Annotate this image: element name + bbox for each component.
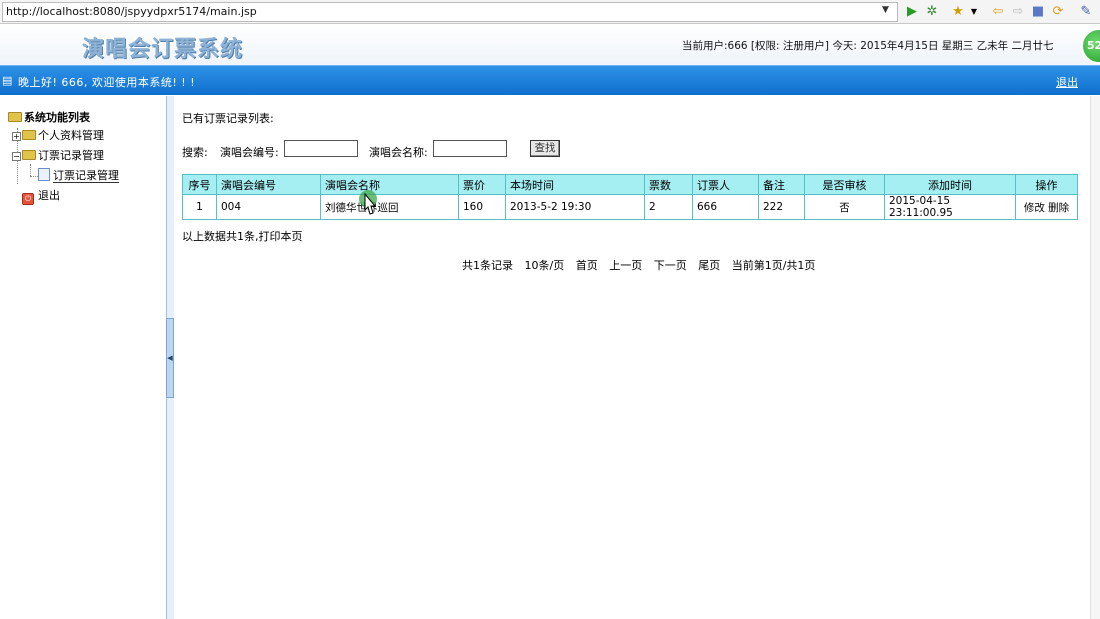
- tree-root[interactable]: 系统功能列表: [8, 110, 90, 126]
- power-icon: ⏻: [22, 193, 34, 205]
- concert-name-input[interactable]: [433, 140, 507, 157]
- welcome-bar: ▤ 晚上好! 666, 欢迎使用本系统! ! ! 退出: [0, 65, 1100, 95]
- search-button[interactable]: 查找: [530, 140, 560, 157]
- sidebar-item-label: 订票记录管理: [38, 149, 104, 162]
- app-header: 演唱会订票系统 当前用户:666 [权限: 注册用户] 今天: 2015年4月1…: [0, 25, 1100, 65]
- vertical-scrollbar[interactable]: [1090, 96, 1100, 619]
- col-price: 票价: [459, 175, 506, 195]
- user-info: 当前用户:666 [权限: 注册用户] 今天: 2015年4月15日 星期三 乙…: [682, 40, 1054, 52]
- sidebar-item-label: 订票记录管理: [53, 169, 119, 183]
- pager-prev[interactable]: 上一页: [609, 259, 642, 272]
- app-title: 演唱会订票系统: [82, 36, 244, 62]
- pager-per-page: 10条/页: [524, 259, 565, 272]
- sidebar: 系统功能列表 + 个人资料管理 − 订票记录管理 订票记录管理 ⏻ 退出: [0, 96, 166, 619]
- col-no: 序号: [183, 175, 217, 195]
- main-content: 已有订票记录列表: 搜索: 演唱会编号: 演唱会名称: 查找 序号 演唱会编号 …: [174, 96, 1090, 619]
- edit-page-icon: [38, 168, 50, 181]
- cell-note: 222: [759, 195, 805, 219]
- table-header-row: 序号 演唱会编号 演唱会名称 票价 本场时间 票数 订票人 备注 是否审核 添加…: [183, 175, 1077, 195]
- col-actions: 操作: [1016, 175, 1077, 195]
- welcome-text: 晚上好! 666, 欢迎使用本系统! ! !: [18, 76, 196, 89]
- chevron-down-icon[interactable]: ▼: [966, 4, 982, 20]
- play-icon[interactable]: ▶: [904, 4, 920, 20]
- logout-link[interactable]: 退出: [1056, 74, 1078, 90]
- folder-open-icon: [8, 112, 22, 122]
- tree-line: [30, 176, 38, 177]
- refresh-icon[interactable]: ⟳: [1050, 4, 1066, 20]
- col-name: 演唱会名称: [321, 175, 459, 195]
- browser-toolbar: http://localhost:8080/jspyydpxr5174/main…: [0, 0, 1100, 24]
- bug-icon[interactable]: ✲: [924, 4, 940, 20]
- cell-count: 2: [645, 195, 693, 219]
- sidebar-item-exit[interactable]: ⏻ 退出: [22, 188, 60, 205]
- col-approved: 是否审核: [805, 175, 885, 195]
- back-icon[interactable]: ⇦: [990, 4, 1006, 20]
- sidebar-item-label: 退出: [38, 189, 60, 202]
- records-table: 序号 演唱会编号 演唱会名称 票价 本场时间 票数 订票人 备注 是否审核 添加…: [182, 174, 1078, 220]
- star-icon[interactable]: ★: [950, 4, 966, 20]
- pager-current: 当前第1页/共1页: [731, 259, 816, 272]
- expand-plus-icon[interactable]: +: [12, 132, 21, 141]
- tool-icon[interactable]: ✎: [1078, 4, 1094, 20]
- concert-name-label: 演唱会名称:: [369, 146, 428, 159]
- concert-code-label: 演唱会编号:: [220, 146, 279, 159]
- folder-open-icon: [22, 150, 36, 160]
- pager-total: 共1条记录: [462, 259, 513, 272]
- sidebar-item-profile[interactable]: + 个人资料管理: [12, 128, 104, 144]
- col-count: 票数: [645, 175, 693, 195]
- footer-note[interactable]: 以上数据共1条,打印本页: [182, 228, 303, 244]
- concert-code-input[interactable]: [284, 140, 358, 157]
- folder-icon: [22, 130, 36, 140]
- cell-code: 004: [217, 195, 321, 219]
- tree-line: [30, 164, 31, 176]
- cell-approved: 否: [805, 195, 885, 219]
- cell-added: 2015-04-15 23:11:00.95: [885, 195, 1016, 219]
- address-bar[interactable]: http://localhost:8080/jspyydpxr5174/main…: [2, 2, 898, 22]
- mouse-cursor-icon: [359, 190, 377, 215]
- cell-no: 1: [183, 195, 217, 219]
- search-prefix: 搜索:: [182, 146, 208, 159]
- col-code: 演唱会编号: [217, 175, 321, 195]
- cell-name: 刘德华世界巡回: [321, 195, 459, 219]
- cell-time: 2013-5-2 19:30: [506, 195, 645, 219]
- cell-buyer: 666: [693, 195, 759, 219]
- col-added: 添加时间: [885, 175, 1016, 195]
- collapse-sidebar-handle[interactable]: ◀: [166, 318, 174, 398]
- forward-icon[interactable]: ⇨: [1010, 4, 1026, 20]
- collapse-minus-icon[interactable]: −: [12, 152, 21, 161]
- pager-first[interactable]: 首页: [576, 259, 598, 272]
- edit-link[interactable]: 修改: [1024, 202, 1045, 214]
- list-title: 已有订票记录列表:: [182, 112, 274, 125]
- col-note: 备注: [759, 175, 805, 195]
- card-icon: ▤: [2, 74, 13, 87]
- pager-next[interactable]: 下一页: [654, 259, 687, 272]
- tree-root-label: 系统功能列表: [24, 111, 90, 124]
- col-time: 本场时间: [506, 175, 645, 195]
- delete-link[interactable]: 删除: [1048, 202, 1069, 214]
- cell-price: 160: [459, 195, 506, 219]
- col-buyer: 订票人: [693, 175, 759, 195]
- cell-actions: 修改 删除: [1016, 195, 1077, 219]
- sidebar-item-order-records[interactable]: 订票记录管理: [38, 168, 119, 184]
- sidebar-item-orders[interactable]: − 订票记录管理: [12, 148, 104, 164]
- table-row: 1 004 刘德华世界巡回 160 2013-5-2 19:30 2 666 2…: [183, 195, 1077, 219]
- pager-last[interactable]: 尾页: [698, 259, 720, 272]
- pagination: 共1条记录 10条/页 首页 上一页 下一页 尾页 当前第1页/共1页: [462, 257, 823, 273]
- sidebar-item-label: 个人资料管理: [38, 129, 104, 142]
- stop-icon[interactable]: ■: [1030, 4, 1046, 20]
- dropdown-arrow-icon[interactable]: ▼: [882, 5, 889, 15]
